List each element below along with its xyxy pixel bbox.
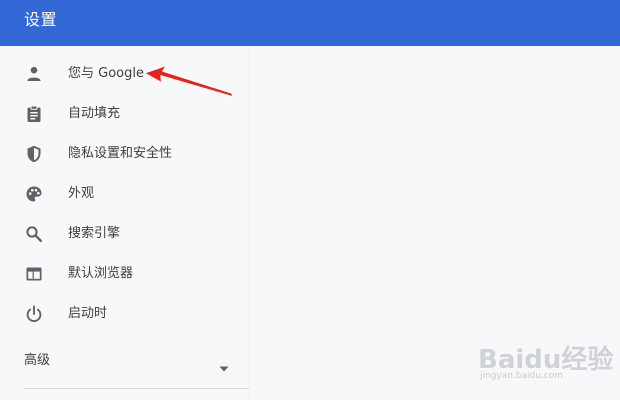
settings-header: 设置 [0,0,620,46]
sidebar-item-label: 自动填充 [68,106,121,121]
watermark-subtext: jingyan.baidu.com [480,371,564,381]
watermark: Baidu经验 jingyan.baidu.com [470,335,614,385]
advanced-section-toggle[interactable]: 高级 [0,347,250,375]
sidebar-item-privacy-security[interactable]: 隐私设置和安全性 [0,134,250,174]
sidebar-item-appearance[interactable]: 外观 [0,174,250,214]
power-icon [24,304,44,324]
sidebar-item-default-browser[interactable]: 默认浏览器 [0,254,250,294]
page-title: 设置 [24,10,58,29]
advanced-label: 高级 [24,353,51,368]
sidebar-item-autofill[interactable]: 自动填充 [0,94,250,134]
sidebar-item-label: 启动时 [68,306,108,321]
sidebar-item-label: 隐私设置和安全性 [68,146,173,161]
sidebar-item-you-and-google[interactable]: 您与 Google [0,54,250,94]
sidebar-divider [24,388,250,389]
sidebar-item-label: 默认浏览器 [68,266,134,281]
person-icon [24,64,44,84]
watermark-text: Baidu经验 [478,345,614,375]
search-icon [24,224,44,244]
browser-window-icon [24,264,44,284]
sidebar-item-label: 您与 Google [68,66,144,81]
palette-icon [24,184,44,204]
sidebar-item-label: 搜索引擎 [68,226,121,241]
sidebar-border [249,46,250,400]
sidebar-item-on-startup[interactable]: 启动时 [0,294,250,334]
shield-icon [24,144,44,164]
caret-down-icon [219,357,229,372]
sidebar-item-search-engine[interactable]: 搜索引擎 [0,214,250,254]
clipboard-icon [24,104,44,124]
settings-sidebar: 您与 Google 自动填充 隐私设置和安全性 外观 搜索引擎 默认浏览器 启动… [0,46,250,400]
sidebar-item-label: 外观 [68,186,95,201]
